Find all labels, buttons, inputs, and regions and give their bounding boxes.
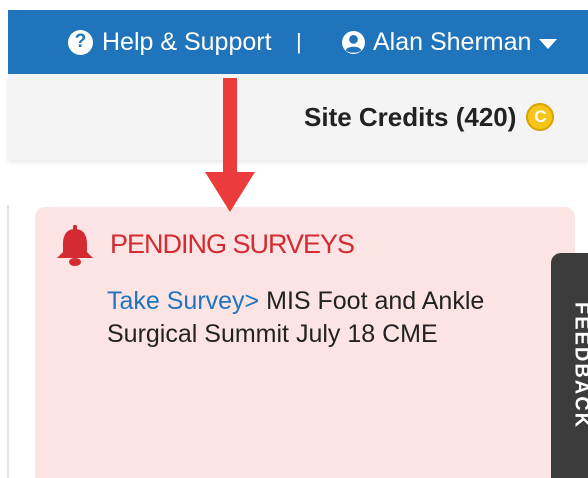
user-name: Alan Sherman (373, 27, 532, 56)
page: ? Help & Support | Alan Sherman Site Cre… (0, 0, 588, 478)
user-circle-icon (342, 30, 365, 54)
bell-icon (57, 225, 93, 266)
content-left-border (7, 205, 9, 478)
survey-item: Take Survey> MIS Foot and Ankle Surgical… (107, 285, 517, 351)
take-survey-link[interactable]: Take Survey> (107, 287, 259, 315)
help-support-label: Help & Support (102, 27, 272, 56)
pending-surveys-card: PENDING SURVEYS Take Survey> MIS Foot an… (35, 207, 575, 478)
coin-icon: C (526, 103, 555, 131)
site-credits-label: Site Credits (420) (304, 101, 517, 132)
credits-bar: Site Credits (420) C (8, 74, 588, 160)
feedback-label: FEEDBACK (570, 301, 588, 430)
red-arrow-down-icon (205, 78, 255, 212)
help-support-link[interactable]: ? Help & Support (68, 10, 272, 74)
coin-letter: C (534, 107, 547, 126)
user-menu[interactable]: Alan Sherman (341, 10, 558, 74)
nav-separator: | (296, 29, 302, 54)
caret-down-icon (539, 38, 558, 49)
top-navigation-bar: ? Help & Support | Alan Sherman (8, 10, 588, 74)
question-circle-icon: ? (68, 29, 93, 55)
feedback-tab[interactable]: FEEDBACK (551, 253, 588, 478)
pending-surveys-title: PENDING SURVEYS (110, 229, 355, 259)
site-credits[interactable]: Site Credits (420) C (304, 74, 555, 160)
